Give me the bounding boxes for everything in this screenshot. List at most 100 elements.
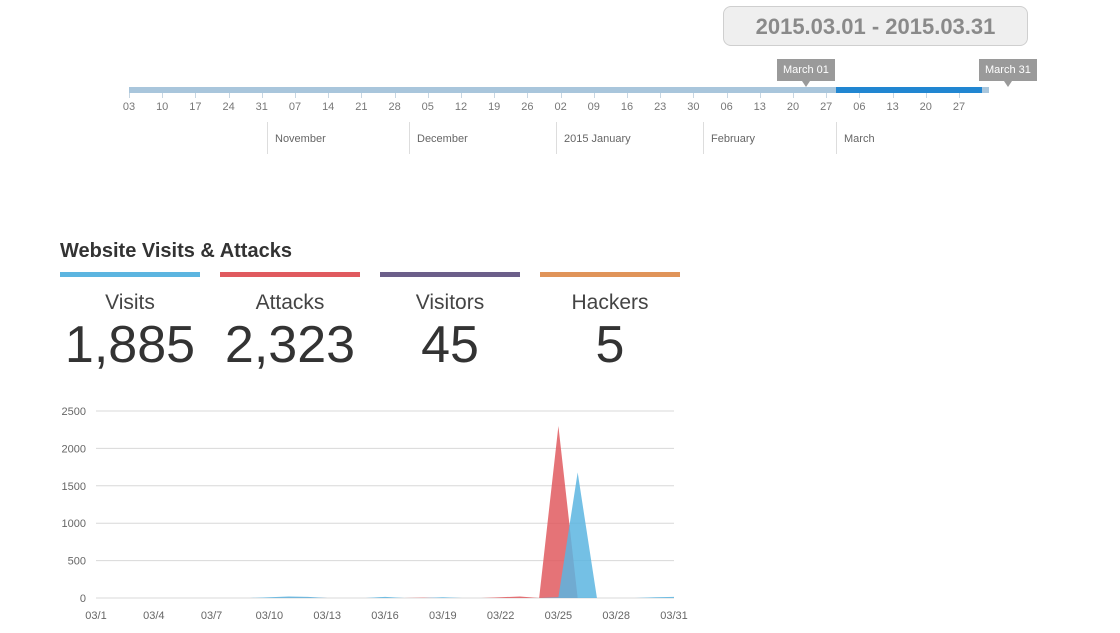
timeline-day-label: 13 xyxy=(753,101,766,113)
timeline-day-label: 26 xyxy=(521,101,534,113)
timeline-tick xyxy=(261,93,263,98)
timeline-day-label: 16 xyxy=(620,101,634,113)
y-tick-label: 0 xyxy=(80,593,86,605)
timeline-day-label: 03 xyxy=(122,101,136,113)
timeline-tick xyxy=(461,93,462,98)
timeline-day-label: 05 xyxy=(421,101,434,113)
x-tick-label: 03/4 xyxy=(143,610,164,622)
timeline-day-label: 28 xyxy=(388,101,401,113)
timeline-day-label: 06 xyxy=(720,101,733,113)
timeline-tick xyxy=(427,93,429,98)
stat-visits: Visits 1,885 xyxy=(60,272,200,373)
timeline-month-label: November xyxy=(275,133,326,145)
timeline-day-label: 20 xyxy=(786,101,800,113)
x-tick-label: 03/16 xyxy=(371,610,399,622)
timeline-month-label: March xyxy=(844,133,875,145)
timeline-day-label: 09 xyxy=(587,101,600,113)
timeline-tick xyxy=(660,93,662,98)
x-tick-label: 03/25 xyxy=(545,610,573,622)
timeline-day-label: 07 xyxy=(288,101,302,113)
timeline-tick xyxy=(925,93,927,98)
timeline-month-label: December xyxy=(417,133,468,145)
timeline-day-label: 02 xyxy=(554,101,567,113)
timeline-month: November xyxy=(267,122,326,154)
stat-color-bar xyxy=(380,272,520,277)
timeline-tick xyxy=(162,93,164,98)
y-tick-label: 500 xyxy=(68,556,86,568)
timeline-tick xyxy=(129,93,130,98)
timeline-day-label: 06 xyxy=(853,101,866,113)
timeline-month: December xyxy=(409,122,468,154)
stat-hackers: Hackers 5 xyxy=(540,272,680,373)
stat-color-bar xyxy=(60,272,200,277)
timeline-day-label: 20 xyxy=(919,101,932,113)
timeline-tick xyxy=(759,93,761,98)
timeline-day-label: 19 xyxy=(488,101,501,113)
timeline-day-label: 23 xyxy=(654,101,667,113)
timeline-day-label: 21 xyxy=(355,101,368,113)
timeline-tick xyxy=(527,93,529,98)
x-tick-label: 03/1 xyxy=(85,610,106,622)
visits-attacks-chart: 0 500 1000 1500 2000 2500 03/1 03/4 03/7 03/10 03/… xyxy=(62,406,688,622)
timeline-tick xyxy=(793,93,794,98)
timeline-month: February xyxy=(703,122,755,154)
timeline-month-label: February xyxy=(711,133,756,145)
x-tick-label: 03/31 xyxy=(660,610,688,622)
x-tick-label: 03/7 xyxy=(201,610,222,622)
timeline-day-label: 10 xyxy=(156,101,169,113)
y-tick-label: 2500 xyxy=(62,406,86,418)
timeline-tick xyxy=(726,93,728,98)
x-tick-label: 03/28 xyxy=(602,610,630,622)
timeline-tick xyxy=(959,93,960,98)
timeline-day-label: 17 xyxy=(189,101,202,113)
timeline-day-label: 13 xyxy=(886,101,899,113)
timeline-tick xyxy=(295,93,296,98)
stat-color-bar xyxy=(220,272,360,277)
y-tick-label: 1500 xyxy=(62,481,86,493)
timeline-tick xyxy=(826,93,828,98)
timeline-day-label: 31 xyxy=(255,101,268,113)
timeline-tick xyxy=(627,93,628,98)
timeline-tick xyxy=(593,93,595,98)
timeline-tick xyxy=(859,93,861,98)
stat-color-bar xyxy=(540,272,680,277)
stat-value: 1,885 xyxy=(64,316,196,374)
stat-label: Visitors xyxy=(415,291,485,314)
timeline-selected-range[interactable] xyxy=(836,87,982,93)
timeline-tick xyxy=(394,93,396,98)
date-range-display[interactable]: 2015.03.01 - 2015.03.31 xyxy=(723,6,1028,46)
y-tick-label: 1000 xyxy=(62,518,86,530)
stat-value: 45 xyxy=(421,316,479,374)
timeline-day-label: 27 xyxy=(820,101,833,113)
x-tick-label: 03/10 xyxy=(256,610,284,622)
series-area-1 xyxy=(96,472,674,598)
timeline-day-label: 14 xyxy=(322,101,335,113)
stat-label: Visits xyxy=(105,291,155,314)
timeline-tick xyxy=(361,93,363,98)
section-title: Website Visits & Attacks xyxy=(60,240,292,262)
timeline-tick xyxy=(494,93,496,98)
timeline-start-handle[interactable]: March 01 xyxy=(777,59,835,87)
timeline-end-handle[interactable]: March 31 xyxy=(979,59,1037,87)
stat-value: 2,323 xyxy=(224,316,356,374)
x-tick-label: 03/22 xyxy=(487,610,515,622)
x-tick-label: 03/19 xyxy=(429,610,457,622)
timeline-month: 2015 January xyxy=(556,122,631,154)
stat-attacks: Attacks 2,323 xyxy=(220,272,360,373)
timeline-day-label: 24 xyxy=(222,101,235,113)
x-tick-label: 03/13 xyxy=(313,610,341,622)
stat-label: Hackers xyxy=(571,291,649,314)
timeline-day-label: 27 xyxy=(952,101,966,113)
timeline-month: March xyxy=(836,122,875,154)
timeline-month-label: 2015 January xyxy=(564,133,631,145)
stat-label: Attacks xyxy=(255,291,325,314)
timeline-tick xyxy=(195,93,197,98)
timeline-tick xyxy=(228,93,230,98)
timeline-tick xyxy=(892,93,894,98)
y-tick-label: 2000 xyxy=(62,443,86,455)
timeline-day-label: 30 xyxy=(687,101,700,113)
timeline-day-label: 12 xyxy=(454,101,468,113)
timeline-tick xyxy=(560,93,562,98)
stat-value: 5 xyxy=(595,316,625,374)
timeline-tick xyxy=(328,93,330,98)
